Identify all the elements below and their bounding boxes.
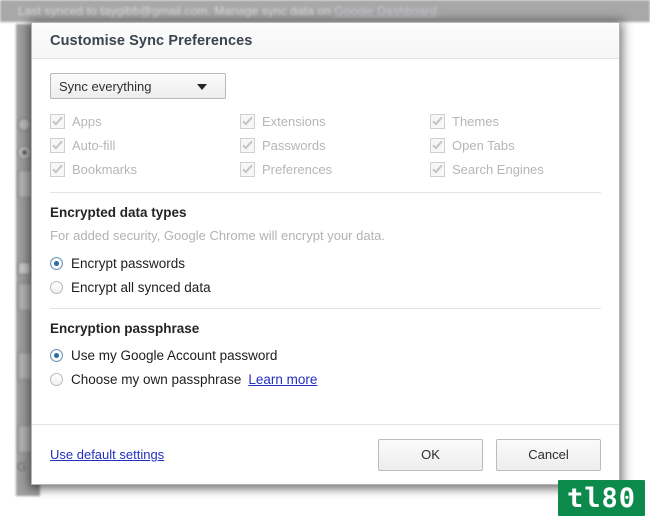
customise-sync-preferences-dialog: Customise Sync Preferences Sync everythi…	[31, 22, 620, 485]
checkbox-label: Extensions	[262, 114, 326, 129]
learn-more-link[interactable]: Learn more	[248, 372, 317, 387]
checkbox-icon[interactable]	[240, 162, 255, 177]
radio-encrypt-all-synced-data[interactable]: Encrypt all synced data	[50, 276, 601, 299]
checkbox-icon[interactable]	[240, 138, 255, 153]
checkbox-item-search-engines[interactable]: Search Engines	[430, 160, 601, 179]
checkbox-item-themes[interactable]: Themes	[430, 112, 601, 131]
sync-status-suffix: .	[436, 4, 441, 18]
data-types-grid: Apps Extensions Themes Auto-fill Passwor…	[50, 112, 601, 192]
dialog-footer: Use default settings OK Cancel	[32, 424, 619, 484]
dialog-body: Sync everything Apps Extensions Themes A…	[32, 59, 619, 424]
radio-use-google-account-password[interactable]: Use my Google Account password	[50, 344, 601, 367]
checkbox-icon[interactable]	[50, 162, 65, 177]
google-dashboard-link[interactable]: Google Dashboard	[334, 4, 436, 18]
use-default-settings-link[interactable]: Use default settings	[50, 447, 164, 462]
checkbox-label: Themes	[452, 114, 499, 129]
checkbox-label: Bookmarks	[72, 162, 138, 177]
radio-icon[interactable]	[50, 349, 63, 362]
ok-button[interactable]: OK	[378, 438, 483, 471]
sync-status-text: Last synced to taygibb@gmail.com. Manage…	[18, 4, 335, 18]
checkbox-label: Apps	[72, 114, 102, 129]
checkbox-item-auto-fill[interactable]: Auto-fill	[50, 136, 240, 155]
checkbox-icon[interactable]	[50, 114, 65, 129]
checkbox-item-passwords[interactable]: Passwords	[240, 136, 430, 155]
checkbox-item-open-tabs[interactable]: Open Tabs	[430, 136, 601, 155]
background-bottom-text: G	[17, 460, 27, 474]
checkbox-label: Auto-fill	[72, 138, 116, 153]
radio-icon[interactable]	[50, 257, 63, 270]
radio-label: Encrypt passwords	[71, 256, 186, 271]
checkbox-item-preferences[interactable]: Preferences	[240, 160, 430, 179]
encrypted-data-types-description: For added security, Google Chrome will e…	[50, 228, 386, 243]
watermark-text: tl80	[566, 483, 636, 514]
dialog-header: Customise Sync Preferences	[32, 23, 619, 59]
sync-select-row: Sync everything	[50, 59, 601, 112]
checkbox-icon[interactable]	[430, 138, 445, 153]
checkbox-label: Search Engines	[452, 162, 544, 177]
cancel-button[interactable]: Cancel	[496, 438, 601, 471]
checkbox-icon[interactable]	[430, 162, 445, 177]
dialog-title: Customise Sync Preferences	[50, 32, 253, 49]
radio-label: Choose my own passphrase	[71, 372, 242, 387]
checkbox-item-bookmarks[interactable]: Bookmarks	[50, 160, 240, 179]
radio-label: Use my Google Account password	[71, 348, 278, 363]
radio-label: Encrypt all synced data	[71, 280, 211, 295]
checkbox-item-extensions[interactable]: Extensions	[240, 112, 430, 131]
watermark-logo: tl80	[557, 480, 645, 516]
encryption-passphrase-heading: Encryption passphrase	[50, 321, 200, 336]
checkbox-icon[interactable]	[50, 138, 65, 153]
radio-choose-own-passphrase[interactable]: Choose my own passphrase Learn more	[50, 368, 601, 391]
radio-icon[interactable]	[50, 281, 63, 294]
chevron-down-icon	[197, 84, 207, 90]
checkbox-label: Preferences	[262, 162, 333, 177]
radio-icon[interactable]	[50, 373, 63, 386]
checkbox-icon[interactable]	[240, 114, 255, 129]
checkbox-label: Passwords	[262, 138, 326, 153]
checkbox-label: Open Tabs	[452, 138, 515, 153]
checkbox-item-apps[interactable]: Apps	[50, 112, 240, 131]
radio-encrypt-passwords[interactable]: Encrypt passwords	[50, 252, 601, 275]
sync-scope-select[interactable]: Sync everything	[50, 73, 226, 99]
sync-scope-value: Sync everything	[59, 78, 152, 94]
encrypted-data-types-heading: Encrypted data types	[50, 205, 187, 220]
checkbox-icon[interactable]	[430, 114, 445, 129]
